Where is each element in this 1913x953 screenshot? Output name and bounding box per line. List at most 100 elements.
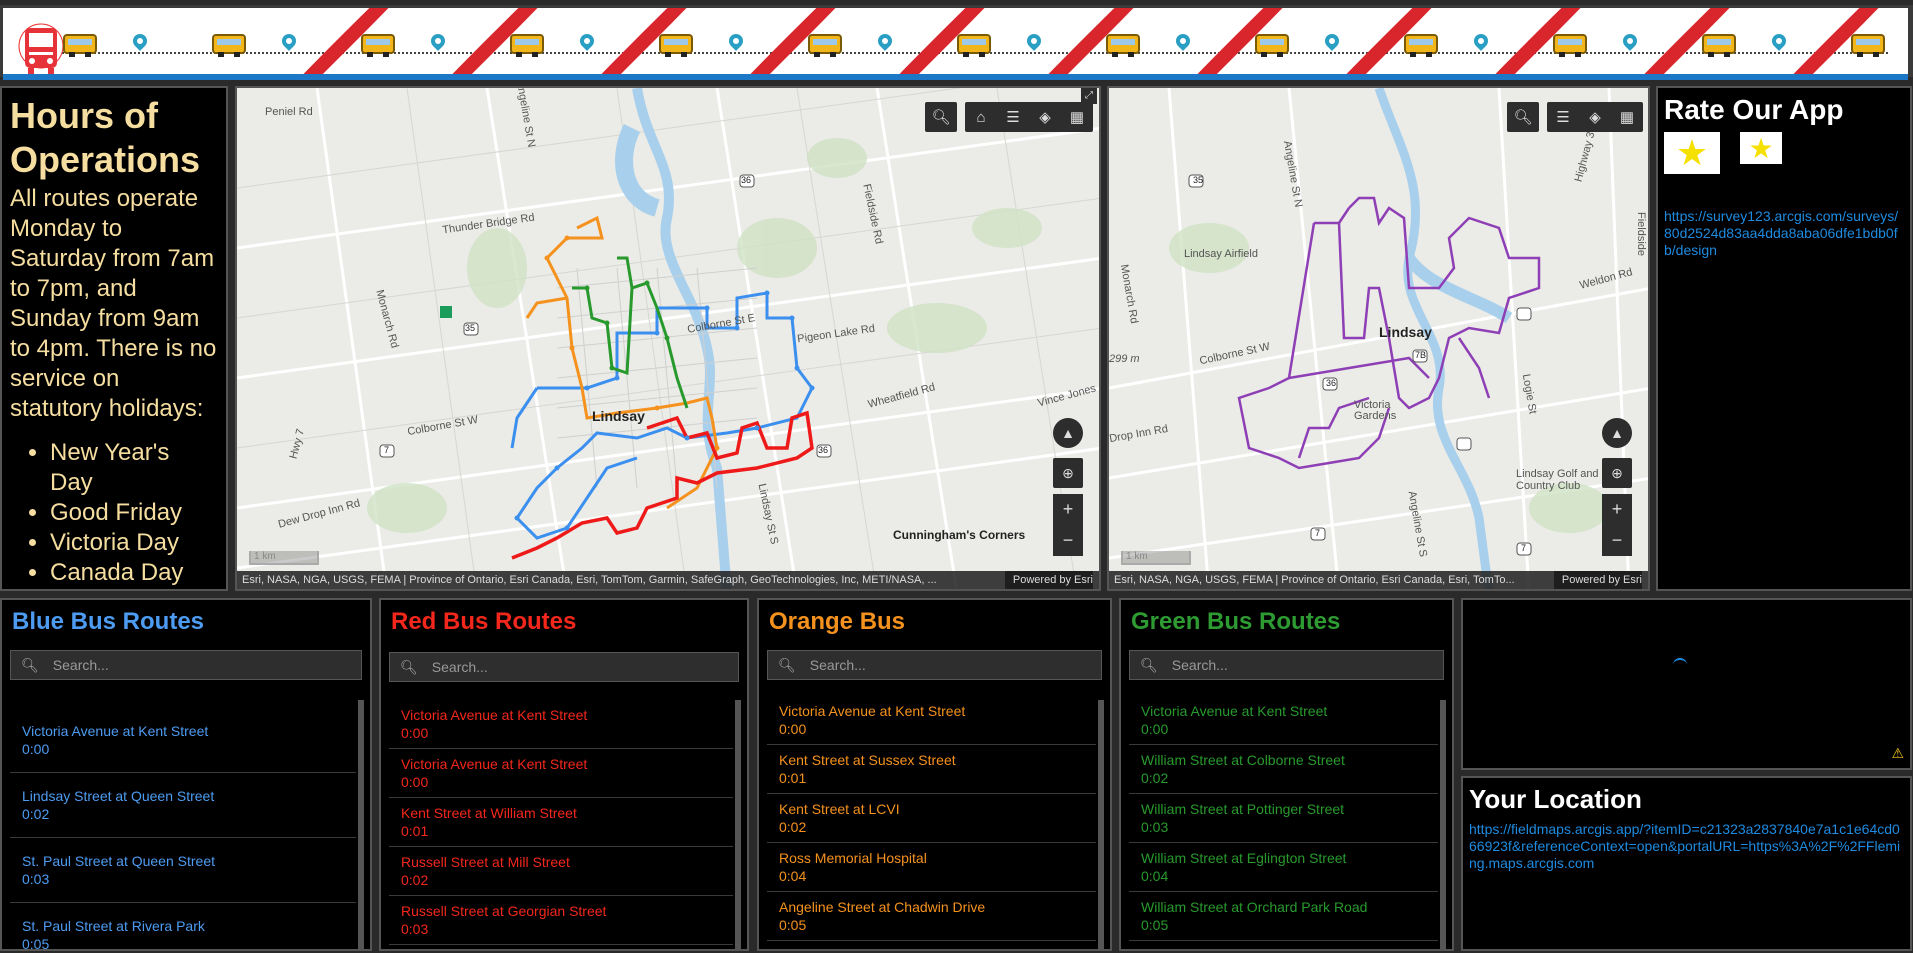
green-routes-panel: Green Bus Routes 🔍︎ Victoria Avenue at K… [1119, 598, 1454, 951]
stop-time: 0:01 [401, 823, 429, 839]
plus-icon[interactable]: + [1053, 494, 1083, 525]
list-item[interactable]: Lindsay Street at Queen Street 0:02 [10, 773, 356, 838]
your-location-panel: Your Location https://fieldmaps.arcgis.a… [1461, 776, 1912, 951]
search-input[interactable] [1171, 657, 1415, 673]
star-icon[interactable]: ★ [1664, 132, 1720, 174]
search-icon[interactable]: 🔍︎ [925, 102, 957, 132]
scrollbar[interactable] [358, 700, 364, 949]
bus-icon [1106, 34, 1140, 57]
stop-name: Angeline Street at Colborne Street [779, 947, 1084, 949]
hours-panel: Hours of Operations All routes operate M… [0, 86, 228, 591]
grid-icon[interactable]: ▦ [1611, 102, 1643, 132]
list-item[interactable]: Victoria Avenue at Found Avenue [1129, 941, 1438, 949]
stop-name: Victoria Avenue at Kent Street [22, 723, 209, 739]
attribution-text: Esri, NASA, NGA, USGS, FEMA | Province o… [1114, 574, 1515, 586]
stop-time: 0:02 [779, 819, 807, 835]
list-item[interactable]: Victoria Avenue at Kent Street 0:00 [10, 708, 356, 773]
list-item[interactable]: Angeline Street at Colborne Street [767, 941, 1096, 949]
warning-icon[interactable]: ⚠ [1891, 745, 1904, 762]
stop-name: Lindsay Street at Queen Street [22, 788, 215, 804]
list-item[interactable]: William Street at Colborne Street 0:02 [1129, 745, 1438, 794]
list-item[interactable]: William Street at Eglington Street 0:04 [1129, 843, 1438, 892]
minus-icon[interactable]: − [1053, 525, 1083, 556]
highway-shield: 7 [1521, 543, 1527, 553]
list-item[interactable]: Victoria Avenue at Kent Street 0:00 [389, 749, 733, 798]
fieldmaps-link[interactable]: https://fieldmaps.arcgis.app/?itemID=c21… [1469, 821, 1904, 872]
list-item[interactable]: William Street at Orchard Park Road 0:05 [1129, 892, 1438, 941]
highway-shield: 35 [465, 323, 476, 333]
map-pin-icon [577, 31, 597, 51]
bus-icon [1404, 34, 1438, 57]
minus-icon[interactable]: − [1602, 525, 1632, 556]
list-item[interactable]: Ross Memorial Hospital 0:04 [767, 843, 1096, 892]
scale-bar: 1 km [249, 551, 319, 565]
layers-icon[interactable]: ◈ [1029, 102, 1061, 132]
stop-name: Victoria Avenue at Kent Street [401, 707, 588, 723]
list-item[interactable]: Georgian Street at Melbourne Street [389, 945, 733, 949]
list-item[interactable]: Kent Street at William Street 0:01 [389, 798, 733, 847]
stop-name: Ross Memorial Hospital [779, 850, 927, 866]
search-input[interactable] [52, 657, 325, 673]
search-icon: 🔍︎ [1140, 656, 1158, 673]
powered-by-esri-link[interactable]: Powered by Esri [1553, 571, 1642, 589]
search-tool-group: 🔍︎ [925, 102, 957, 132]
list-item[interactable]: Russell Street at Georgian Street 0:03 [389, 896, 733, 945]
scrollbar[interactable] [1098, 700, 1104, 949]
list-item[interactable]: Kent Street at LCVI 0:02 [767, 794, 1096, 843]
scrollbar[interactable] [735, 700, 741, 949]
grid-icon[interactable]: ▦ [1061, 102, 1093, 132]
widget-tool-group: ☰ ◈ ▦ [1547, 102, 1643, 132]
map-label: Victoria Gardens [1354, 399, 1397, 422]
list-item[interactable]: Russell Street at Mill Street 0:02 [389, 847, 733, 896]
compass-icon[interactable]: ▲ [1602, 418, 1632, 448]
stop-time: 0:03 [22, 871, 50, 887]
routes-map-canvas[interactable] [237, 88, 1101, 591]
locate-icon[interactable]: ⊕ [1602, 458, 1632, 488]
list-item[interactable]: Angeline Street at Chadwin Drive 0:05 [767, 892, 1096, 941]
scrollbar[interactable] [1440, 700, 1446, 949]
search-input[interactable] [809, 657, 1069, 673]
home-icon[interactable]: ⌂ [965, 102, 997, 132]
bus-logo-icon [18, 23, 64, 74]
layers-icon[interactable]: ◈ [1579, 102, 1611, 132]
stop-time: 0:05 [779, 917, 807, 933]
routes-map[interactable]: Peniel Rd Thunder Bridge Rd Pigeon Lake … [235, 86, 1101, 591]
stop-time: 0:02 [1141, 770, 1169, 786]
map-toolbar: 🔍︎ ⌂ ☰ ◈ ▦ [917, 102, 1093, 132]
survey-link[interactable]: https://survey123.arcgis.com/surveys/80d… [1664, 208, 1904, 259]
star-icon[interactable]: ★ [1740, 132, 1782, 164]
locate-icon[interactable]: ⊕ [1053, 458, 1083, 488]
stop-name: William Street at Colborne Street [1141, 752, 1345, 768]
list-item[interactable]: Victoria Avenue at Kent Street 0:00 [767, 696, 1096, 745]
search-input[interactable] [431, 659, 703, 675]
list-item[interactable]: Kent Street at Sussex Street 0:01 [767, 745, 1096, 794]
list-item[interactable]: St. Paul Street at Rivera Park 0:05 [10, 903, 356, 949]
powered-by-esri-link[interactable]: Powered by Esri [1004, 571, 1093, 589]
purple-route-map[interactable]: Lindsay Airfield Lindsay Colborne St W V… [1107, 86, 1650, 591]
compass-icon[interactable]: ▲ [1053, 418, 1083, 448]
plus-icon[interactable]: + [1602, 494, 1632, 525]
list-item[interactable]: William Street at Pottinger Street 0:03 [1129, 794, 1438, 843]
bus-icon [361, 34, 395, 57]
stop-name: St. Paul Street at Rivera Park [22, 918, 205, 934]
list-item[interactable]: St. Paul Street at Queen Street 0:03 [10, 838, 356, 903]
stop-name: William Street at Orchard Park Road [1141, 899, 1368, 915]
green-routes-title: Green Bus Routes [1131, 608, 1341, 635]
list-item[interactable]: Victoria Avenue at Kent Street 0:00 [389, 700, 733, 749]
map-pin-icon [1024, 31, 1044, 51]
search-box: 🔍︎ [767, 650, 1102, 680]
list-icon[interactable]: ☰ [1547, 102, 1579, 132]
search-icon[interactable]: 🔍︎ [1507, 102, 1539, 132]
highway-shield: 36 [1326, 378, 1337, 388]
highway-shield: 36 [818, 445, 829, 455]
stop-time: 0:05 [1141, 917, 1169, 933]
stop-time: 0:00 [779, 721, 807, 737]
red-routes-title: Red Bus Routes [391, 608, 577, 635]
stop-name: Russell Street at Georgian Street [401, 903, 607, 919]
bus-icon [212, 34, 246, 57]
rate-title: Rate Our App [1664, 94, 1844, 125]
list-icon[interactable]: ☰ [997, 102, 1029, 132]
map-label: Peniel Rd [265, 106, 313, 118]
list-item[interactable]: Victoria Avenue at Kent Street 0:00 [1129, 696, 1438, 745]
bus-icon [1553, 34, 1587, 57]
